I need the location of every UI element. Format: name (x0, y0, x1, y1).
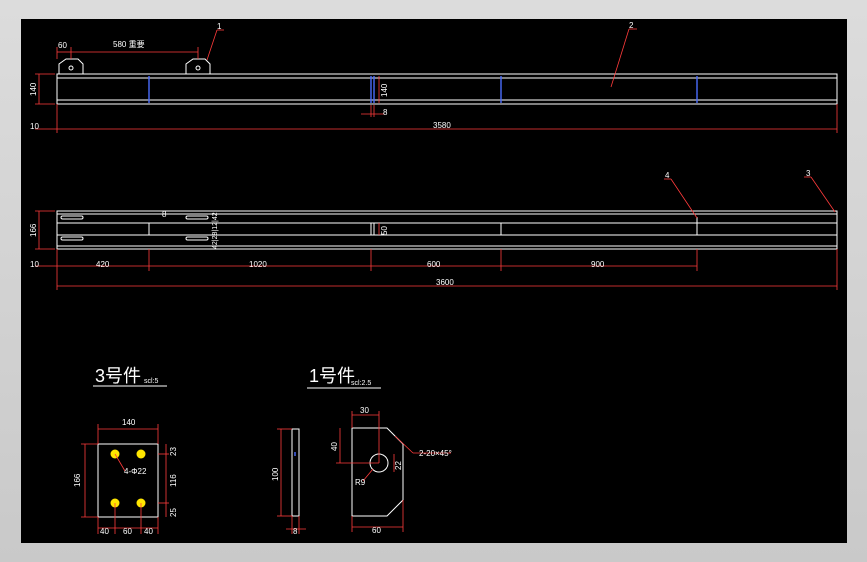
part3-holes: 4-Φ22 (124, 467, 147, 476)
dim-front-height: 166 (29, 223, 38, 237)
slot (60, 215, 84, 220)
dim-stack: 42|28|12|42 (212, 212, 219, 249)
part3-bottom-3: 40 (144, 527, 153, 536)
dim-bracket-spacing: 580 重要 (113, 39, 145, 49)
dim-small-gap: 8 (162, 210, 167, 219)
dim-segment-1: 420 (96, 260, 110, 269)
dim-plate-thickness: 8 (383, 108, 388, 117)
part1-scale: scl:2.5 (351, 380, 371, 387)
top-view: 60 580 重要 1 2 140 140 8 10 3580 (29, 21, 838, 133)
part3-bottom-2: 60 (123, 527, 132, 536)
part1-top: 30 (360, 406, 369, 415)
part1-side-thickness: 8 (293, 527, 298, 536)
part1-chamfer: 2-20×45° (419, 449, 452, 458)
dim-segment-3: 600 (427, 260, 441, 269)
dim-front-left-margin: 10 (30, 260, 39, 269)
part3-height: 166 (73, 473, 82, 487)
part3-width: 140 (122, 418, 136, 427)
callout-3: 3 (806, 169, 811, 178)
front-beam-outline (56, 210, 838, 250)
dim-front-total: 3600 (436, 278, 454, 287)
part3-scale: scl:5 (144, 378, 159, 385)
dim-segment-4: 900 (591, 260, 605, 269)
part1-left: 40 (330, 442, 339, 451)
part1-side-height: 100 (271, 467, 280, 481)
part3-plate (97, 443, 159, 518)
dim-front-mid-height: 50 (380, 226, 389, 235)
part3-title: 3号件 (95, 366, 141, 386)
part3-bottom-1: 40 (100, 527, 109, 536)
callout-4: 4 (665, 171, 670, 180)
callout-1: 1 (217, 22, 222, 31)
dim-left-offset: 60 (58, 41, 67, 50)
dim-total-length: 3580 (433, 121, 451, 130)
slot (185, 215, 209, 220)
part1-hole-dia: 22 (394, 461, 403, 470)
dim-height-left: 140 (29, 82, 38, 96)
slot (185, 236, 209, 241)
bracket-hole (195, 65, 201, 71)
part3-bottom-edge: 25 (169, 508, 178, 517)
part3-inner-height: 116 (169, 474, 178, 487)
drawing-svg: 60 580 重要 1 2 140 140 8 10 3580 4 3 166 … (29, 21, 838, 536)
part1-bottom-width: 60 (372, 526, 381, 535)
callout-2: 2 (629, 21, 634, 30)
bracket-hole (68, 65, 74, 71)
front-view: 4 3 166 8 42|28|12|42 50 10 420 1020 600… (29, 169, 838, 290)
cad-drawing-canvas[interactable]: 60 580 重要 1 2 140 140 8 10 3580 4 3 166 … (21, 19, 847, 543)
slot (60, 236, 84, 241)
dim-segment-2: 1020 (249, 260, 267, 269)
dim-left-margin: 10 (30, 122, 39, 131)
part3-detail: 3号件 scl:5 140 166 23 116 25 4-Φ22 40 60 … (73, 366, 178, 536)
part1-title: 1号件 (309, 366, 355, 386)
part3-hole (136, 449, 146, 459)
part3-top-edge: 23 (169, 447, 178, 456)
part1-radius: R9 (355, 478, 366, 487)
part1-side-view (291, 428, 300, 517)
part1-detail: 1号件 scl:2.5 100 8 30 40 2-20×45° 22 R9 6… (271, 366, 452, 536)
dim-height-mid: 140 (380, 83, 389, 97)
